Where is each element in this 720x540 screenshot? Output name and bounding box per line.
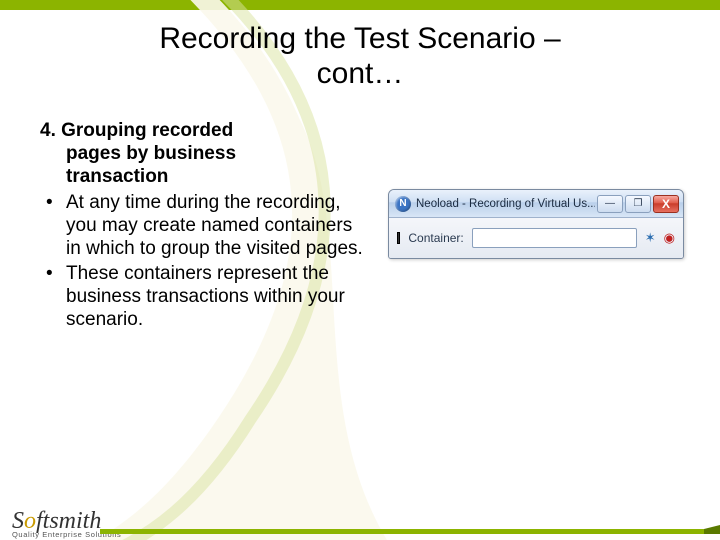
- container-input[interactable]: [472, 228, 637, 248]
- title-line-2: cont…: [317, 57, 404, 90]
- window-toolbar: Container: ✶ ◉: [389, 218, 683, 258]
- heading-line-2: pages by business: [40, 142, 370, 165]
- footer: Softsmith Quality Enterprise Solutions: [0, 492, 720, 540]
- top-accent-bar: [0, 0, 720, 10]
- text-column: 4. Grouping recorded pages by business t…: [40, 119, 370, 334]
- image-column: N Neoload - Recording of Virtual Us... —…: [388, 119, 684, 334]
- container-label: Container:: [408, 231, 463, 245]
- recorder-window: N Neoload - Recording of Virtual Us... —…: [388, 189, 684, 259]
- record-icon[interactable]: ◉: [664, 229, 675, 247]
- section-number: 4.: [40, 120, 61, 141]
- section-heading: 4. Grouping recorded pages by business t…: [40, 119, 370, 189]
- title-line-1: Recording the Test Scenario –: [159, 22, 560, 55]
- slide-title: Recording the Test Scenario – cont…: [0, 22, 720, 91]
- bullet-list: At any time during the recording, you ma…: [40, 191, 370, 332]
- bullet-item: These containers represent the business …: [40, 262, 370, 332]
- app-icon: N: [395, 196, 411, 212]
- minimize-button[interactable]: —: [597, 195, 623, 213]
- heading-line-3: transaction: [40, 165, 370, 188]
- window-titlebar: N Neoload - Recording of Virtual Us... —…: [389, 190, 683, 218]
- bullet-item: At any time during the recording, you ma…: [40, 191, 370, 261]
- heading-line-1: Grouping recorded: [61, 120, 233, 141]
- maximize-button[interactable]: ❐: [625, 195, 651, 213]
- content-area: 4. Grouping recorded pages by business t…: [0, 91, 720, 334]
- stop-icon[interactable]: [397, 232, 400, 244]
- app-icon-letter: N: [399, 198, 406, 209]
- snapshot-icon[interactable]: ✶: [645, 229, 656, 247]
- footer-accent-bar: [100, 529, 720, 534]
- window-title: Neoload - Recording of Virtual Us...: [416, 198, 595, 210]
- close-button[interactable]: X: [653, 195, 679, 213]
